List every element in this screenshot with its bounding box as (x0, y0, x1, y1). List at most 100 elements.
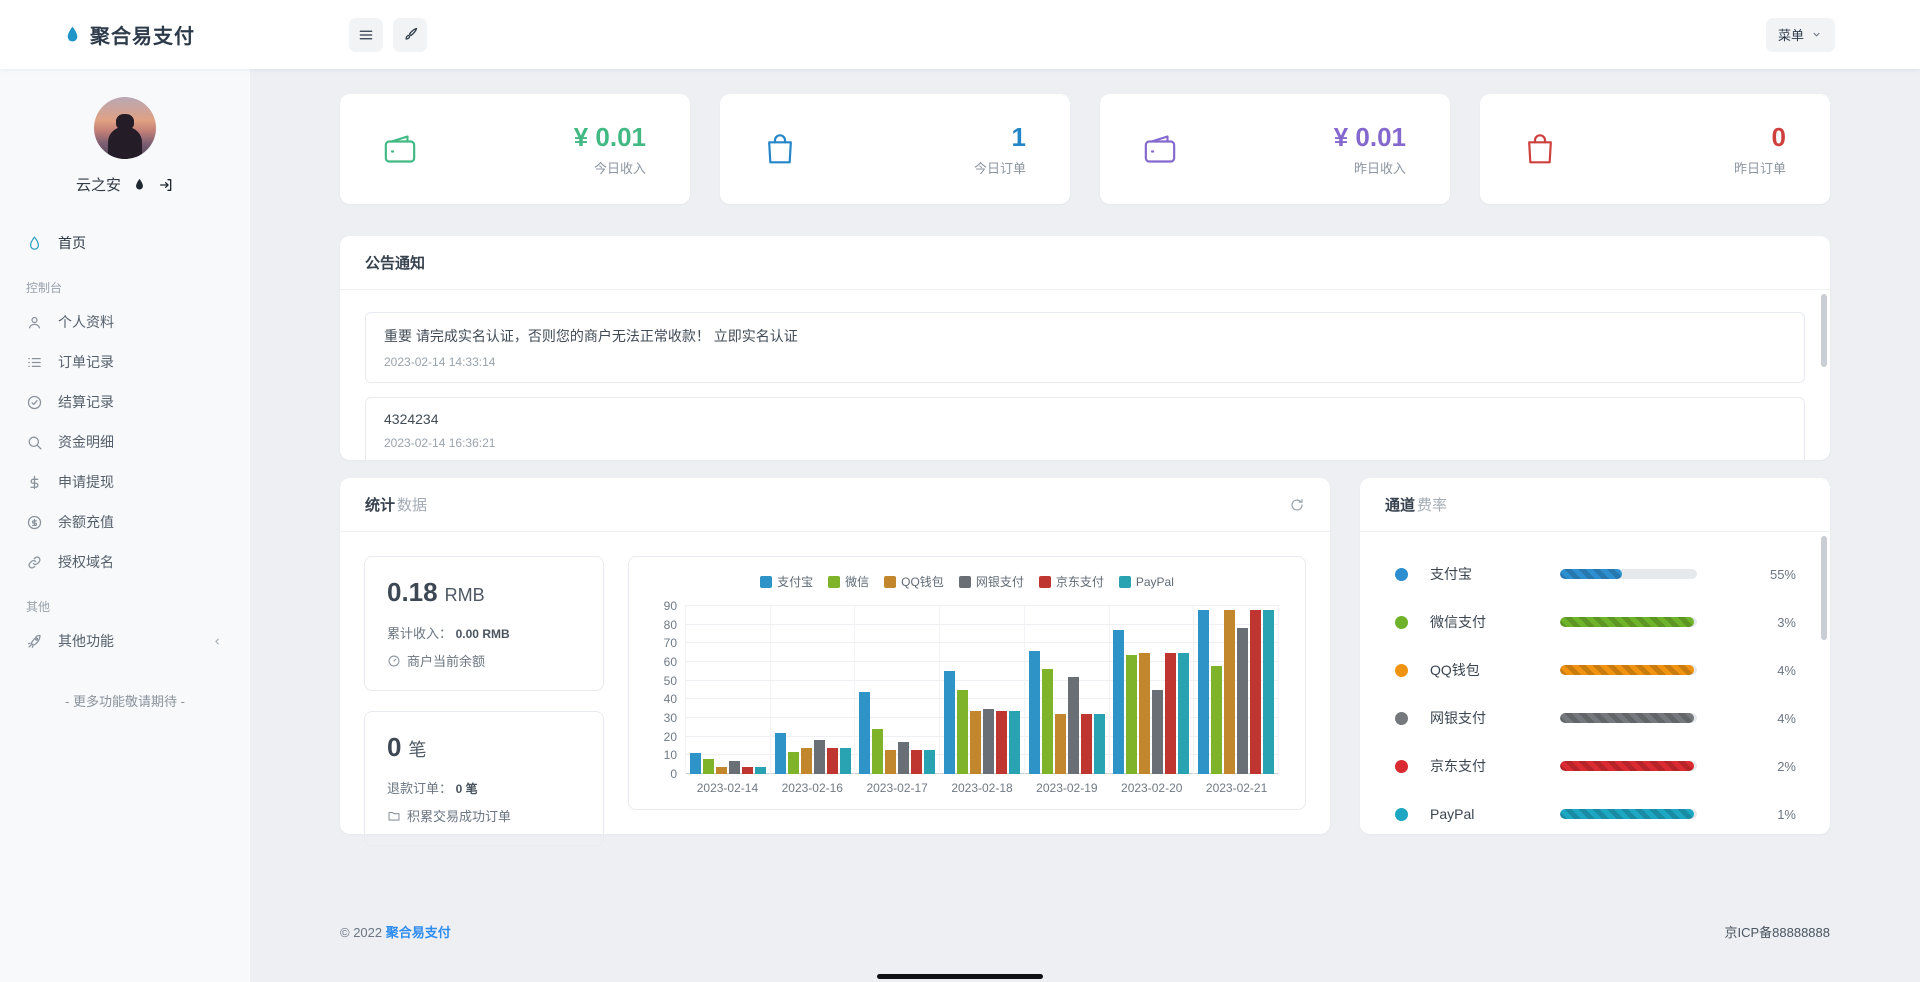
announcement-item[interactable]: 43242342023-02-14 16:36:21 (365, 397, 1805, 460)
collapse-sidebar-button[interactable] (349, 18, 383, 52)
bar[interactable] (788, 752, 799, 774)
user-row: 云之安 (0, 174, 250, 195)
bar[interactable] (911, 750, 922, 774)
statistics-title-bold: 统计 (365, 494, 395, 515)
bar[interactable] (742, 767, 753, 774)
channel-rates-scrollbar[interactable] (1821, 536, 1827, 640)
refresh-icon[interactable] (1289, 497, 1305, 513)
bar[interactable] (827, 748, 838, 774)
bar[interactable] (1165, 653, 1176, 774)
bar[interactable] (1224, 610, 1235, 774)
summary-unit: RMB (445, 585, 485, 605)
sidebar-item[interactable]: 申请提现 (0, 462, 250, 502)
x-axis-tick-label: 2023-02-21 (1194, 781, 1279, 795)
menu-dropdown-button[interactable]: 菜单 (1766, 18, 1835, 52)
bar-group (685, 606, 771, 774)
sidebar-item-label: 其他功能 (58, 631, 114, 651)
bar[interactable] (1263, 610, 1274, 774)
legend-item[interactable]: 网银支付 (959, 573, 1024, 590)
chevron-left-icon (211, 635, 224, 648)
bar[interactable] (1094, 714, 1105, 774)
bar[interactable] (924, 750, 935, 774)
copyright-link[interactable]: 聚合易支付 (386, 925, 451, 940)
bar[interactable] (1198, 610, 1209, 774)
sidebar-item[interactable]: 资金明细 (0, 422, 250, 462)
bar[interactable] (944, 671, 955, 774)
announcements-scrollbar[interactable] (1821, 294, 1827, 367)
folder-icon (387, 809, 401, 823)
drop-icon[interactable] (132, 177, 147, 192)
channel-name: PayPal (1430, 806, 1536, 822)
bar[interactable] (872, 729, 883, 774)
menu-button-label: 菜单 (1778, 25, 1804, 44)
bar[interactable] (1113, 630, 1124, 774)
bar[interactable] (1152, 690, 1163, 774)
bar[interactable] (1139, 653, 1150, 774)
channel-row: QQ钱包4% (1395, 646, 1796, 694)
channel-rates-title-light: 费率 (1417, 494, 1447, 515)
sidebar-item[interactable]: 授权域名 (0, 542, 250, 582)
header-buttons (349, 18, 427, 52)
announcement-item[interactable]: 重要 请完成实名认证，否则您的商户无法正常收款！ 立即实名认证2023-02-1… (365, 312, 1805, 383)
bar[interactable] (996, 711, 1007, 774)
bar[interactable] (1081, 714, 1092, 774)
bag-icon (1520, 129, 1560, 169)
bar[interactable] (755, 767, 766, 774)
bar[interactable] (1029, 651, 1040, 774)
channel-rate: 1% (1777, 807, 1796, 822)
logout-icon (158, 177, 174, 193)
channel-row: 微信支付3% (1395, 598, 1796, 646)
bar[interactable] (885, 750, 896, 774)
sidebar-section-label: 控制台 (26, 279, 224, 296)
y-axis-tick-label: 20 (651, 730, 677, 744)
legend-item[interactable]: 京东支付 (1039, 573, 1104, 590)
sidebar-item[interactable]: 个人资料 (0, 302, 250, 342)
bar[interactable] (840, 748, 851, 774)
sidebar-item[interactable]: 余额充值 (0, 502, 250, 542)
bar-group (855, 606, 940, 774)
bar[interactable] (1237, 628, 1248, 774)
chevron-down-icon (1810, 28, 1823, 41)
legend-item[interactable]: QQ钱包 (884, 573, 944, 590)
bar[interactable] (983, 709, 994, 774)
bar[interactable] (957, 690, 968, 774)
legend-item[interactable]: 微信 (828, 573, 869, 590)
list-icon (26, 354, 43, 371)
bar[interactable] (1042, 669, 1053, 774)
legend-label: QQ钱包 (901, 573, 944, 590)
bar[interactable] (1009, 711, 1020, 774)
bar[interactable] (898, 742, 909, 774)
bar[interactable] (1250, 610, 1261, 774)
page-footer: © 2022 聚合易支付 京ICP备88888888 (340, 922, 1830, 941)
sidebar-item[interactable]: 其他功能 (0, 621, 250, 661)
channel-progress-bar (1560, 761, 1697, 771)
stat-value: ¥ 0.01 (574, 122, 646, 153)
channel-dot (1395, 712, 1408, 725)
legend-item[interactable]: PayPal (1119, 573, 1174, 590)
bar[interactable] (970, 711, 981, 774)
bar[interactable] (729, 761, 740, 774)
logout-icon[interactable] (158, 177, 174, 193)
legend-swatch (1039, 576, 1051, 588)
bar[interactable] (703, 759, 714, 774)
bar[interactable] (801, 748, 812, 774)
theme-brush-button[interactable] (393, 18, 427, 52)
bar[interactable] (1211, 666, 1222, 774)
bar[interactable] (1055, 714, 1066, 774)
bar[interactable] (690, 753, 701, 774)
bar[interactable] (716, 767, 727, 774)
sidebar-item-home[interactable]: 首页 (0, 223, 250, 263)
avatar[interactable] (94, 97, 156, 159)
sidebar-item[interactable]: 结算记录 (0, 382, 250, 422)
channel-name: 网银支付 (1430, 708, 1536, 728)
bar[interactable] (814, 740, 825, 774)
sidebar-item[interactable]: 订单记录 (0, 342, 250, 382)
hamburger-icon (357, 26, 375, 44)
bar[interactable] (1068, 677, 1079, 774)
bar[interactable] (1126, 655, 1137, 774)
bar[interactable] (775, 733, 786, 774)
bar[interactable] (859, 692, 870, 774)
legend-item[interactable]: 支付宝 (760, 573, 813, 590)
bar-group (1025, 606, 1110, 774)
bar[interactable] (1178, 653, 1189, 774)
